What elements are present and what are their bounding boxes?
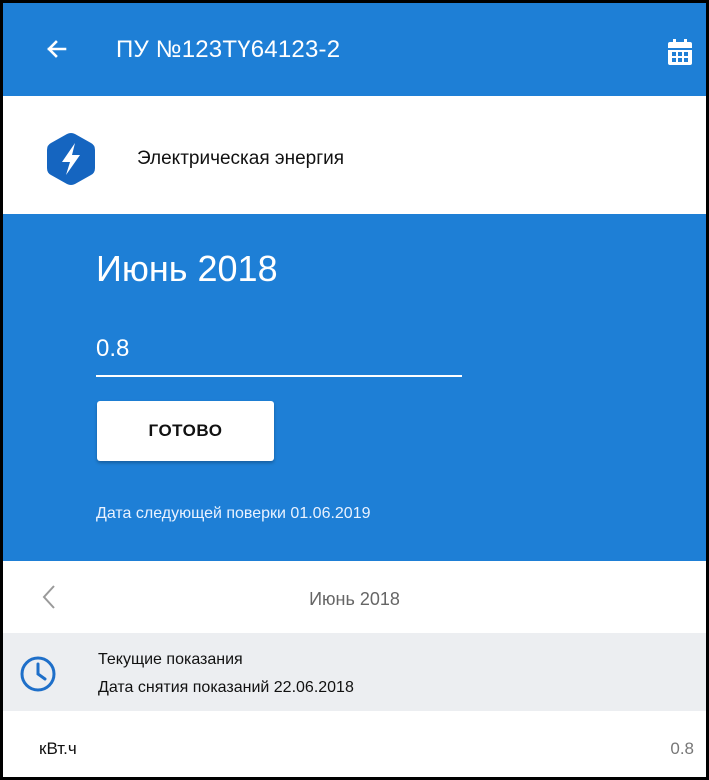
reading-row <box>3 711 706 777</box>
arrow-left-icon[interactable] <box>38 30 76 68</box>
reading-unit: кВт.ч <box>39 739 77 758</box>
reading-value: 0.8 <box>670 739 694 758</box>
done-button[interactable]: ГОТОВО <box>97 401 274 461</box>
current-readings-header <box>3 633 706 711</box>
nav-month-label: Июнь 2018 <box>309 589 400 609</box>
entry-month: Июнь 2018 <box>96 248 278 289</box>
current-readings-title: Текущие показания <box>98 651 243 668</box>
reading-input[interactable] <box>96 329 462 377</box>
lightning-bolt-icon <box>47 133 95 185</box>
next-verification-date: Дата следующей поверки 01.06.2019 <box>96 505 371 522</box>
reading-date: Дата снятия показаний 22.06.2018 <box>98 679 354 696</box>
calendar-icon[interactable] <box>667 39 693 67</box>
app-frame: ПУ №123ТҮ64123-2 Электрическая энергия И… <box>0 0 709 780</box>
page-title: ПУ №123ТҮ64123-2 <box>116 36 341 63</box>
category-row <box>3 96 706 214</box>
clock-icon <box>20 656 56 692</box>
category-label: Электрическая энергия <box>137 148 345 169</box>
app-bar <box>3 3 706 96</box>
